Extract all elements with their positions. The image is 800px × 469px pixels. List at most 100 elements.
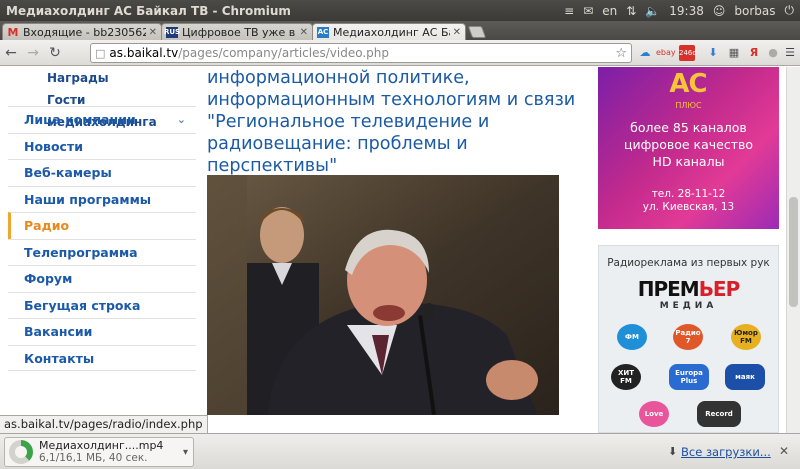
browser-toolbar: ← → ↻ □ as.baikal.tv/pages/company/artic… bbox=[0, 40, 800, 66]
banner-line: HD каналы bbox=[652, 154, 725, 169]
nav-item-programs[interactable]: Наши программы bbox=[8, 185, 196, 213]
banner-logo: АС bbox=[669, 69, 707, 99]
forward-arrow-icon[interactable]: → bbox=[22, 45, 44, 61]
banner-text: более 85 каналов цифровое качество HD ка… bbox=[598, 119, 779, 170]
download-progress-icon bbox=[9, 440, 33, 464]
radio-logo-love: Love bbox=[639, 401, 669, 427]
ebay-extension-icon[interactable]: ebay bbox=[656, 45, 676, 61]
page-scrollbar[interactable] bbox=[786, 67, 800, 433]
close-icon[interactable]: ✕ bbox=[779, 444, 789, 458]
translate-icon[interactable]: ☁ bbox=[637, 45, 653, 61]
tab-baikal-active[interactable]: AC Медиахолдинг АС Байкал ✕ bbox=[312, 23, 466, 40]
download-extension-icon[interactable]: ⬇ bbox=[705, 45, 721, 61]
reload-icon[interactable]: ↻ bbox=[44, 45, 66, 61]
tab-gmail[interactable]: M Входящие - bb230562@g ✕ bbox=[2, 23, 162, 40]
os-top-panel: Медиахолдинг АС Байкал ТВ - Chromium ≡ ✉… bbox=[0, 0, 800, 21]
article-title: информационной политике, информационным … bbox=[207, 67, 587, 177]
indicator-icon[interactable]: ≡ bbox=[564, 4, 574, 18]
user-name[interactable]: borbas bbox=[734, 4, 775, 18]
premier-sub: МЕДИА bbox=[659, 301, 718, 311]
download-status: 6,1/16,1 МБ, 40 сек. bbox=[39, 452, 148, 464]
yandex-icon[interactable]: Я bbox=[746, 45, 762, 61]
radio-logo-mayak: маяк bbox=[725, 364, 765, 390]
bookmark-star-icon[interactable]: ☆ bbox=[615, 46, 627, 61]
url-path: /pages/company/articles/video.php bbox=[178, 46, 390, 60]
subnav-item-awards[interactable]: Награды bbox=[8, 67, 196, 89]
nav-item-news[interactable]: Новости bbox=[8, 132, 196, 160]
network-icon[interactable]: ⇅ bbox=[626, 4, 636, 18]
nav-item-tv-schedule[interactable]: Телепрограмма bbox=[8, 238, 196, 266]
main-navigation: Лица компании ⌄ Новости Веб-камеры Наши п… bbox=[8, 106, 196, 371]
sub-navigation: Награды Гости медиахолдинга bbox=[8, 67, 196, 129]
banner-line: более 85 каналов bbox=[630, 120, 747, 135]
mail-icon[interactable]: ✉ bbox=[583, 4, 593, 18]
radio-logo-fm: ФМ bbox=[617, 324, 647, 350]
download-item[interactable]: Медиахолдинг....mp4 6,1/16,1 МБ, 40 сек.… bbox=[4, 437, 194, 467]
nav-item-contacts[interactable]: Контакты bbox=[8, 344, 196, 371]
download-shelf: Медиахолдинг....mp4 6,1/16,1 МБ, 40 сек.… bbox=[0, 433, 800, 469]
nav-item-ticker[interactable]: Бегущая строка bbox=[8, 291, 196, 319]
article-title-line: информационным технологиям и связи bbox=[207, 90, 576, 110]
tab-label: Входящие - bb230562@g bbox=[23, 25, 146, 39]
article-title-line: информационной политике, bbox=[207, 68, 470, 88]
banner-caption: Радиореклама из первых рук bbox=[607, 257, 770, 269]
radio-logo-record: Record bbox=[697, 401, 741, 427]
ad-banner-tv[interactable]: АС ПЛЮС более 85 каналов цифровое качест… bbox=[598, 67, 779, 229]
video-player[interactable] bbox=[207, 175, 559, 415]
keyboard-layout[interactable]: en bbox=[602, 4, 617, 18]
download-text: Медиахолдинг....mp4 6,1/16,1 МБ, 40 сек. bbox=[39, 439, 163, 465]
brand-part: ЬЕР bbox=[698, 277, 741, 301]
banner-phone: тел. 28-11-12 bbox=[651, 188, 726, 200]
web-page: Награды Гости медиахолдинга Лица компани… bbox=[0, 67, 800, 433]
chevron-down-icon[interactable]: ▾ bbox=[183, 447, 188, 458]
banner-logo-sub: ПЛЮС bbox=[675, 101, 702, 110]
chevron-down-icon: ⌄ bbox=[176, 113, 186, 126]
gmail-favicon-icon: M bbox=[7, 25, 19, 39]
power-icon[interactable]: ⏻ bbox=[785, 3, 795, 18]
extension-icon[interactable]: ● bbox=[765, 45, 781, 61]
ad-banner-radio[interactable]: Радиореклама из первых рук ПРЕМЬЕР МЕДИА… bbox=[598, 245, 779, 433]
wrench-menu-icon[interactable]: ☰ bbox=[782, 45, 798, 61]
user-icon[interactable]: ☺ bbox=[713, 4, 726, 18]
back-arrow-icon[interactable]: ← bbox=[0, 45, 22, 61]
new-tab-button[interactable] bbox=[467, 26, 487, 38]
site-favicon-icon: AC bbox=[317, 26, 329, 38]
close-icon[interactable]: ✕ bbox=[453, 27, 461, 38]
tab-label: Цифровое ТВ уже в Ирк bbox=[182, 25, 297, 39]
radio-logo-hit: ХИТ FM bbox=[611, 364, 641, 390]
tab-digital-tv[interactable]: RUS Цифровое ТВ уже в Ирк ✕ bbox=[161, 23, 313, 40]
close-icon[interactable]: ✕ bbox=[300, 27, 308, 38]
banner-contact: тел. 28-11-12 ул. Киевская, 13 bbox=[598, 188, 779, 214]
gift-badge-icon[interactable]: 246d bbox=[679, 45, 697, 61]
downloads-arrow-icon: ⬇ bbox=[668, 445, 678, 458]
page-icon: □ bbox=[95, 46, 106, 60]
article-title-line: "Региональное телевидение и bbox=[207, 112, 490, 132]
nav-item-radio[interactable]: Радио bbox=[8, 212, 196, 239]
close-icon[interactable]: ✕ bbox=[149, 27, 157, 38]
tab-strip: M Входящие - bb230562@g ✕ RUS Цифровое Т… bbox=[0, 21, 800, 40]
system-tray: ≡ ✉ en ⇅ 🔈 19:38 ☺ borbas ⏻ bbox=[564, 3, 800, 18]
radio-logo-europa: Europa Plus bbox=[669, 364, 709, 390]
all-downloads-link[interactable]: Все загрузки... bbox=[681, 445, 771, 459]
grid-extension-icon[interactable]: ▦ bbox=[726, 45, 742, 61]
scrollbar-thumb[interactable] bbox=[789, 197, 798, 307]
nav-label: Лица компании bbox=[24, 112, 136, 127]
nav-item-vacancies[interactable]: Вакансии bbox=[8, 318, 196, 345]
premier-logo: ПРЕМЬЕР bbox=[599, 277, 778, 301]
banner-address: ул. Киевская, 13 bbox=[642, 201, 735, 213]
url-host: as.baikal.tv bbox=[109, 46, 179, 60]
clock[interactable]: 19:38 bbox=[669, 4, 704, 18]
video-frame-image bbox=[207, 175, 559, 415]
site-favicon-icon: RUS bbox=[163, 26, 181, 38]
download-filename: Медиахолдинг....mp4 bbox=[39, 439, 164, 452]
volume-icon[interactable]: 🔈 bbox=[645, 4, 660, 18]
nav-item-forum[interactable]: Форум bbox=[8, 265, 196, 292]
brand-part: ПРЕМ bbox=[637, 277, 700, 301]
banner-line: цифровое качество bbox=[623, 137, 754, 152]
nav-item-people[interactable]: Лица компании ⌄ bbox=[8, 106, 196, 133]
article-title-line: радиовещание: проблемы и перспективы" bbox=[207, 134, 468, 176]
nav-item-webcams[interactable]: Веб-камеры bbox=[8, 159, 196, 186]
radio-logo-humor: Юмор FM bbox=[731, 324, 761, 350]
window-title: Медиахолдинг АС Байкал ТВ - Chromium bbox=[6, 3, 291, 18]
address-bar[interactable]: □ as.baikal.tv/pages/company/articles/vi… bbox=[90, 43, 632, 63]
